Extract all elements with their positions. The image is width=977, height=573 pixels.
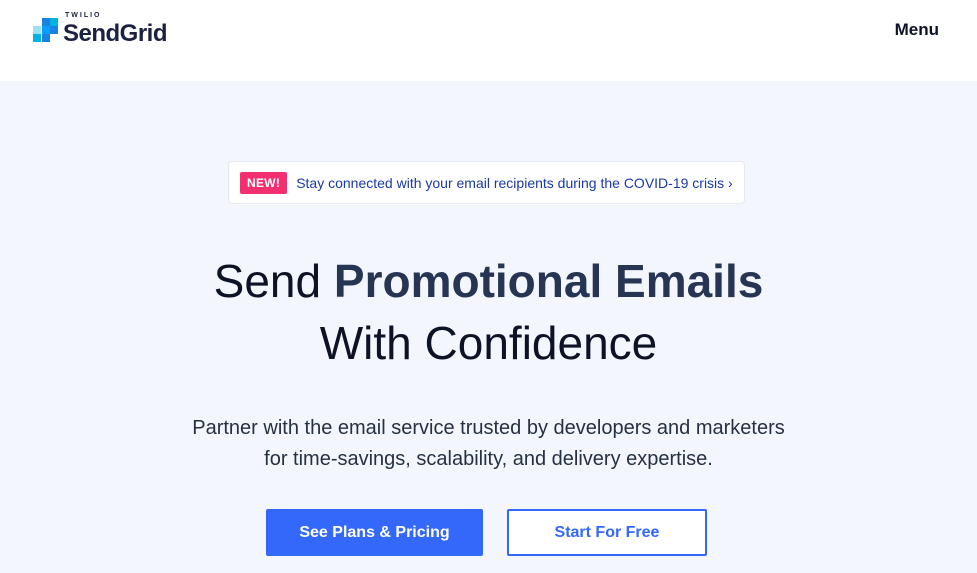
start-for-free-button[interactable]: Start For Free	[507, 509, 707, 556]
site-header: TWILIO SendGrid Menu	[0, 0, 977, 81]
headline-line-2: With Confidence	[319, 317, 658, 369]
subtitle-line-2: for time-savings, scalability, and deliv…	[264, 448, 713, 470]
see-plans-pricing-button[interactable]: See Plans & Pricing	[266, 509, 483, 556]
menu-button[interactable]: Menu	[895, 20, 939, 40]
headline-line-1: Send Promotional Emails	[0, 250, 977, 312]
subtitle-line-1: Partner with the email service trusted b…	[192, 417, 785, 439]
headline-strong: Promotional Emails	[333, 255, 764, 307]
new-badge: NEW!	[240, 171, 288, 194]
banner-text: Stay connected with your email recipient…	[296, 174, 733, 191]
logo-brand-small: TWILIO	[65, 12, 102, 19]
hero-headline: Send Promotional Emails With Confidence	[0, 250, 977, 374]
sendgrid-logo-icon	[33, 18, 59, 44]
hero-subtitle: Partner with the email service trusted b…	[150, 413, 827, 475]
sendgrid-logo[interactable]: TWILIO SendGrid	[33, 12, 193, 52]
logo-brand-name: SendGrid	[63, 20, 168, 47]
headline-lead: Send	[213, 255, 334, 307]
covid-banner-link[interactable]: NEW! Stay connected with your email reci…	[228, 161, 745, 204]
